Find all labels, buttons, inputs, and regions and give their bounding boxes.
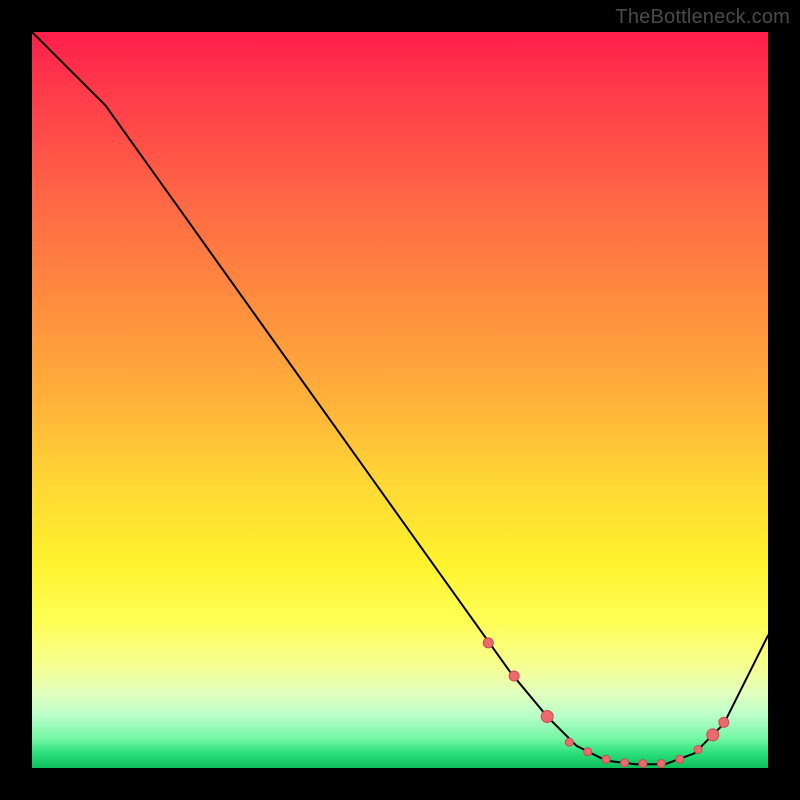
marker-dot xyxy=(639,760,647,768)
marker-dot xyxy=(657,760,665,768)
marker-dot xyxy=(621,759,629,767)
marker-dot xyxy=(676,755,684,763)
marker-dot xyxy=(565,738,573,746)
chart-svg xyxy=(32,32,768,768)
watermark-text: TheBottleneck.com xyxy=(615,6,790,29)
marker-dot xyxy=(509,671,519,681)
marker-dot xyxy=(483,638,493,648)
marker-dot xyxy=(707,729,719,741)
marker-dot xyxy=(719,717,729,727)
marker-dot xyxy=(602,755,610,763)
marker-dots xyxy=(483,638,729,768)
marker-dot xyxy=(694,746,702,754)
marker-dot xyxy=(584,748,592,756)
chart-frame: TheBottleneck.com xyxy=(0,0,800,800)
marker-dot xyxy=(541,711,553,723)
curve-line xyxy=(32,32,768,764)
plot-area xyxy=(32,32,768,768)
